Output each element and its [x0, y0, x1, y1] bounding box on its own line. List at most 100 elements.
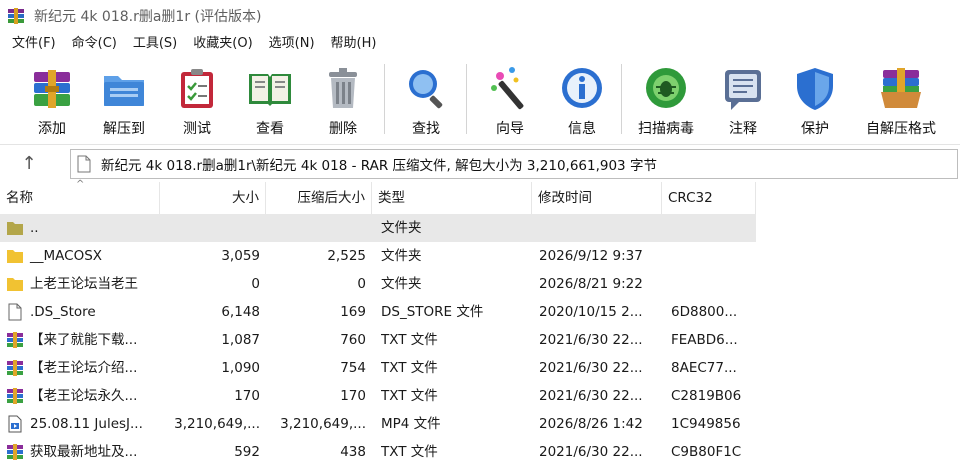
file-packed: 2,525	[327, 248, 366, 264]
file-mtime: 2026/8/21 9:22	[539, 276, 643, 292]
file-type: 文件夹	[381, 220, 422, 236]
protect-button[interactable]: 保护	[780, 60, 850, 138]
file-icon	[8, 303, 22, 321]
file-type: 文件夹	[381, 248, 422, 264]
extract-folder-icon	[104, 76, 144, 106]
list-item[interactable]: __MACOSX 3,059 2,525 文件夹 2026/9/12 9:37	[0, 242, 960, 270]
file-packed: 754	[340, 360, 366, 376]
file-packed: 170	[340, 388, 366, 404]
add-button[interactable]: 添加	[17, 60, 87, 138]
menu-commands[interactable]: 命令(C)	[64, 32, 125, 56]
file-crc: 6D8800...	[671, 304, 738, 320]
path-box[interactable]: 新纪元 4k 018.r删a删1r\新纪元 4k 018 - RAR 压缩文件,…	[70, 149, 958, 179]
file-packed: 169	[340, 304, 366, 320]
menu-favorites[interactable]: 收藏夹(O)	[185, 32, 260, 56]
file-name: .DS_Store	[30, 304, 96, 320]
file-size	[160, 214, 260, 242]
rar-icon	[7, 332, 23, 348]
file-type: TXT 文件	[381, 388, 438, 404]
toolbar-separator	[384, 64, 385, 134]
file-type: TXT 文件	[381, 360, 438, 376]
file-size: 3,210,649,...	[174, 416, 260, 432]
file-crc	[671, 214, 755, 242]
info-icon	[562, 68, 602, 108]
rar-icon	[7, 444, 23, 460]
list-item[interactable]: 【老王论坛介绍... 1,090 754 TXT 文件 2021/6/30 22…	[0, 354, 960, 382]
file-size: 0	[251, 276, 260, 292]
file-packed: 0	[357, 276, 366, 292]
file-name: 【来了就能下载...	[30, 332, 138, 348]
trash-icon	[329, 68, 357, 108]
menu-file[interactable]: 文件(F)	[4, 32, 64, 56]
file-type: DS_STORE 文件	[381, 304, 484, 320]
list-item[interactable]: 【来了就能下载... 1,087 760 TXT 文件 2021/6/30 22…	[0, 326, 960, 354]
column-mtime[interactable]: 修改时间	[532, 182, 662, 214]
menu-help[interactable]: 帮助(H)	[323, 32, 385, 56]
magnifier-icon	[409, 70, 443, 109]
winrar-app-icon	[8, 8, 24, 24]
folder-icon	[7, 250, 23, 263]
file-size: 3,059	[221, 248, 260, 264]
test-clipboard-icon	[181, 69, 213, 108]
column-packed[interactable]: 压缩后大小	[266, 182, 372, 214]
info-button[interactable]: 信息	[547, 60, 617, 138]
file-crc: 8AEC77...	[671, 360, 737, 376]
file-name: ..	[30, 220, 39, 236]
column-size[interactable]: 大小	[160, 182, 266, 214]
file-size: 1,087	[221, 332, 260, 348]
menu-tools[interactable]: 工具(S)	[125, 32, 185, 56]
scan-virus-button[interactable]: 扫描病毒	[631, 60, 701, 138]
file-name: 上老王论坛当老王	[30, 276, 138, 292]
file-name: 【老王论坛永久...	[30, 388, 138, 404]
view-button[interactable]: 查看	[235, 60, 305, 138]
file-mtime: 2021/6/30 22...	[539, 360, 643, 376]
extract-to-button[interactable]: 解压到	[89, 60, 159, 138]
find-button[interactable]: 查找	[391, 60, 461, 138]
file-mtime: 2021/6/30 22...	[539, 388, 643, 404]
delete-button[interactable]: 删除	[308, 60, 378, 138]
file-crc	[671, 242, 755, 270]
wizard-button[interactable]: 向导	[475, 60, 545, 138]
file-crc: C9B80F1C	[671, 444, 742, 460]
comment-note-icon	[725, 70, 761, 110]
archive-path: 新纪元 4k 018.r删a删1r\新纪元 4k 018 - RAR 压缩文件,…	[101, 158, 657, 174]
add-archive-icon	[34, 70, 70, 108]
file-list-header: ^ 名称 大小 压缩后大小 类型 修改时间 CRC32	[0, 180, 960, 214]
address-bar: ↑ 新纪元 4k 018.r删a删1r\新纪元 4k 018 - RAR 压缩文…	[0, 144, 960, 182]
file-crc: 1C949856	[671, 416, 741, 432]
file-mtime: 2021/6/30 22...	[539, 332, 643, 348]
column-crc[interactable]: CRC32	[662, 182, 756, 214]
file-type: TXT 文件	[381, 332, 438, 348]
column-name[interactable]: 名称	[0, 182, 160, 214]
file-size: 6,148	[221, 304, 260, 320]
sfx-button[interactable]: 自解压格式	[862, 60, 940, 138]
list-item[interactable]: 【老王论坛永久... 170 170 TXT 文件 2021/6/30 22..…	[0, 382, 960, 410]
list-item[interactable]: .DS_Store 6,148 169 DS_STORE 文件 2020/10/…	[0, 298, 960, 326]
file-name: 25.08.11 JulesJ...	[30, 416, 143, 432]
list-item[interactable]: 25.08.11 JulesJ... 3,210,649,... 3,210,6…	[0, 410, 960, 438]
file-mtime: 2020/10/15 2...	[539, 304, 643, 320]
file-packed	[266, 214, 366, 242]
file-crc	[671, 270, 755, 298]
list-item[interactable]: 获取最新地址及... 592 438 TXT 文件 2021/6/30 22..…	[0, 438, 960, 466]
rar-icon	[7, 360, 23, 376]
arrow-up-icon[interactable]: ↑	[18, 153, 40, 175]
comment-button[interactable]: 注释	[708, 60, 778, 138]
list-item[interactable]: 上老王论坛当老王 0 0 文件夹 2026/8/21 9:22	[0, 270, 960, 298]
sfx-box-icon	[881, 68, 921, 108]
file-name: 【老王论坛介绍...	[30, 360, 138, 376]
list-item[interactable]: .. 文件夹	[0, 214, 756, 242]
file-type: 文件夹	[381, 276, 422, 292]
toolbar-separator	[621, 64, 622, 134]
column-type[interactable]: 类型	[372, 182, 532, 214]
file-name: 获取最新地址及...	[30, 444, 138, 460]
file-size: 170	[234, 388, 260, 404]
file-mtime: 2021/6/30 22...	[539, 444, 643, 460]
file-name: __MACOSX	[30, 248, 103, 264]
window-title: 新纪元 4k 018.r删a删1r (评估版本)	[34, 9, 262, 25]
test-button[interactable]: 测试	[162, 60, 232, 138]
magic-wand-icon	[491, 67, 524, 110]
title-bar: 新纪元 4k 018.r删a删1r (评估版本)	[0, 0, 960, 32]
menu-options[interactable]: 选项(N)	[261, 32, 323, 56]
file-crc: C2819B06	[671, 388, 742, 404]
